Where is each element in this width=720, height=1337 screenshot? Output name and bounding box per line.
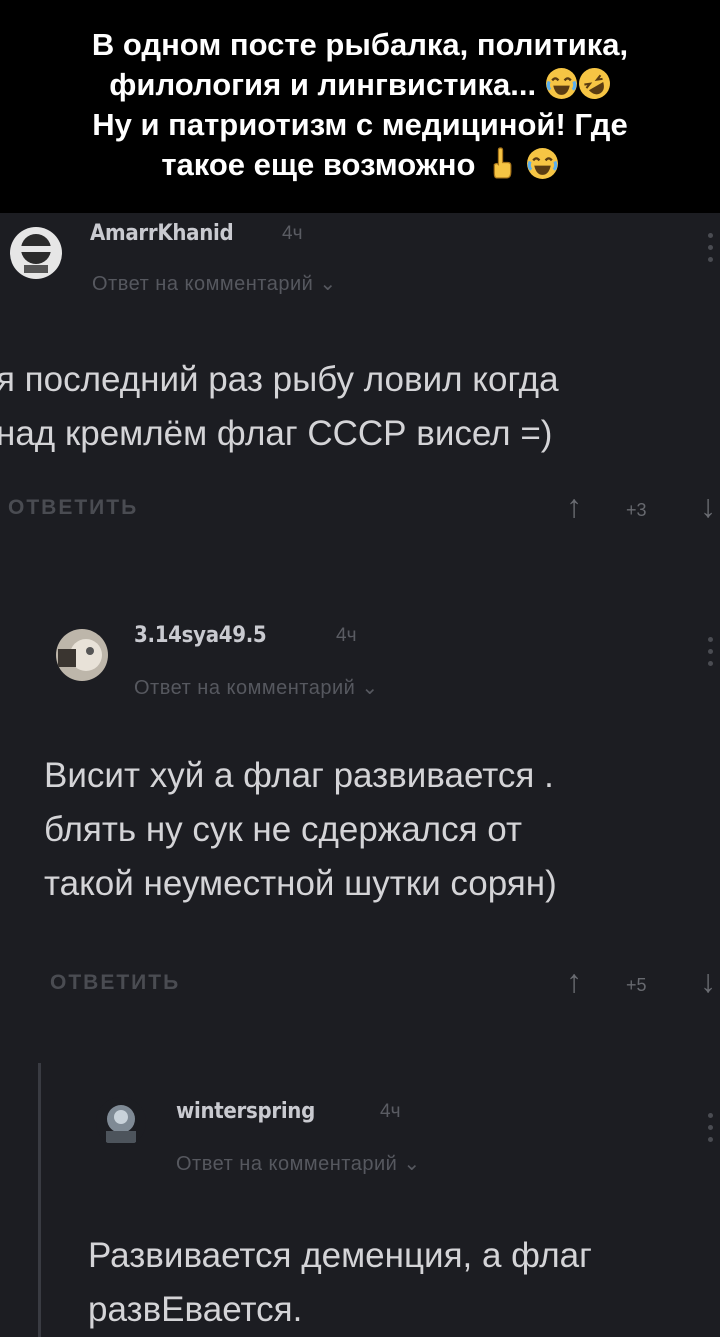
- comment-text-line-1: Висит хуй а флаг развивается .: [44, 756, 554, 795]
- caption-line-3: Ну и патриотизм с медициной! Где: [92, 107, 628, 142]
- comment-text-line-2: блять ну сук не сдержался от: [44, 810, 523, 849]
- comment-text-line-1: Развивается деменция, а флаг: [88, 1236, 592, 1275]
- timestamp: 4ч: [336, 625, 357, 646]
- caption-line-2-text: филология и лингвистика...: [109, 67, 537, 102]
- reply-to-text: Ответ на комментарий: [176, 1153, 398, 1175]
- caption-header: В одном посте рыбалка, политика, филолог…: [0, 0, 720, 213]
- avatar[interactable]: [56, 629, 108, 681]
- joy-emoji-icon: [545, 68, 577, 99]
- caption-line-4-text: такое еще возможно: [161, 147, 476, 182]
- reply-button[interactable]: ОТВЕТИТЬ: [8, 496, 138, 520]
- avatar[interactable]: [96, 1097, 146, 1147]
- more-vertical-icon[interactable]: [708, 1113, 714, 1149]
- chevron-down-icon: ⌄: [319, 273, 337, 295]
- arrow-down-icon[interactable]: ↓: [700, 963, 716, 1000]
- reply-to-label[interactable]: Ответ на комментарий ⌄: [134, 675, 379, 700]
- reply-to-label[interactable]: Ответ на комментарий ⌄: [176, 1151, 421, 1176]
- thread-line: [38, 1063, 41, 1337]
- username[interactable]: 3.14sya49.5: [134, 623, 267, 648]
- username[interactable]: winterspring: [176, 1099, 315, 1124]
- score: +3: [626, 500, 647, 520]
- chevron-down-icon: ⌄: [361, 677, 379, 699]
- timestamp: 4ч: [380, 1101, 401, 1122]
- comment-text-line-3: такой неуместной шутки сорян): [44, 864, 557, 903]
- avatar-image-icon: [56, 629, 108, 681]
- reply-to-text: Ответ на комментарий: [134, 677, 356, 699]
- username[interactable]: AmarrKhanid: [90, 221, 234, 246]
- pointing-up-emoji-icon: [493, 147, 512, 179]
- reply-button[interactable]: ОТВЕТИТЬ: [50, 971, 180, 995]
- caption-line-4: такое еще возможно: [0, 145, 720, 185]
- arrow-up-icon[interactable]: ↑: [566, 963, 582, 1000]
- comment-text-line-2: развЕвается.: [88, 1290, 303, 1329]
- comment-text-line-1: я последний раз рыбу ловил когда: [0, 360, 559, 399]
- avatar-image-icon: [10, 227, 62, 279]
- arrow-up-icon[interactable]: ↑: [566, 488, 582, 525]
- reply-to-label[interactable]: Ответ на комментарий ⌄: [92, 271, 337, 296]
- joy-emoji-icon-2: [526, 148, 558, 179]
- comments-screenshot: AmarrKhanid 4ч Ответ на комментарий ⌄ я …: [0, 213, 720, 1337]
- comment-text-line-2: над кремлём флаг СССР висел =): [0, 414, 553, 453]
- caption-line-2: филология и лингвистика...: [0, 65, 720, 105]
- timestamp: 4ч: [282, 223, 303, 244]
- more-vertical-icon[interactable]: [708, 637, 714, 673]
- chevron-down-icon: ⌄: [403, 1153, 421, 1175]
- more-vertical-icon[interactable]: [708, 233, 714, 269]
- arrow-down-icon[interactable]: ↓: [700, 488, 716, 525]
- avatar-image-icon: [96, 1097, 146, 1147]
- reply-to-text: Ответ на комментарий: [92, 273, 314, 295]
- avatar[interactable]: [10, 227, 62, 279]
- caption-line-1: В одном посте рыбалка, политика,: [91, 27, 629, 62]
- score: +5: [626, 975, 647, 995]
- rofl-emoji-icon: [578, 68, 610, 99]
